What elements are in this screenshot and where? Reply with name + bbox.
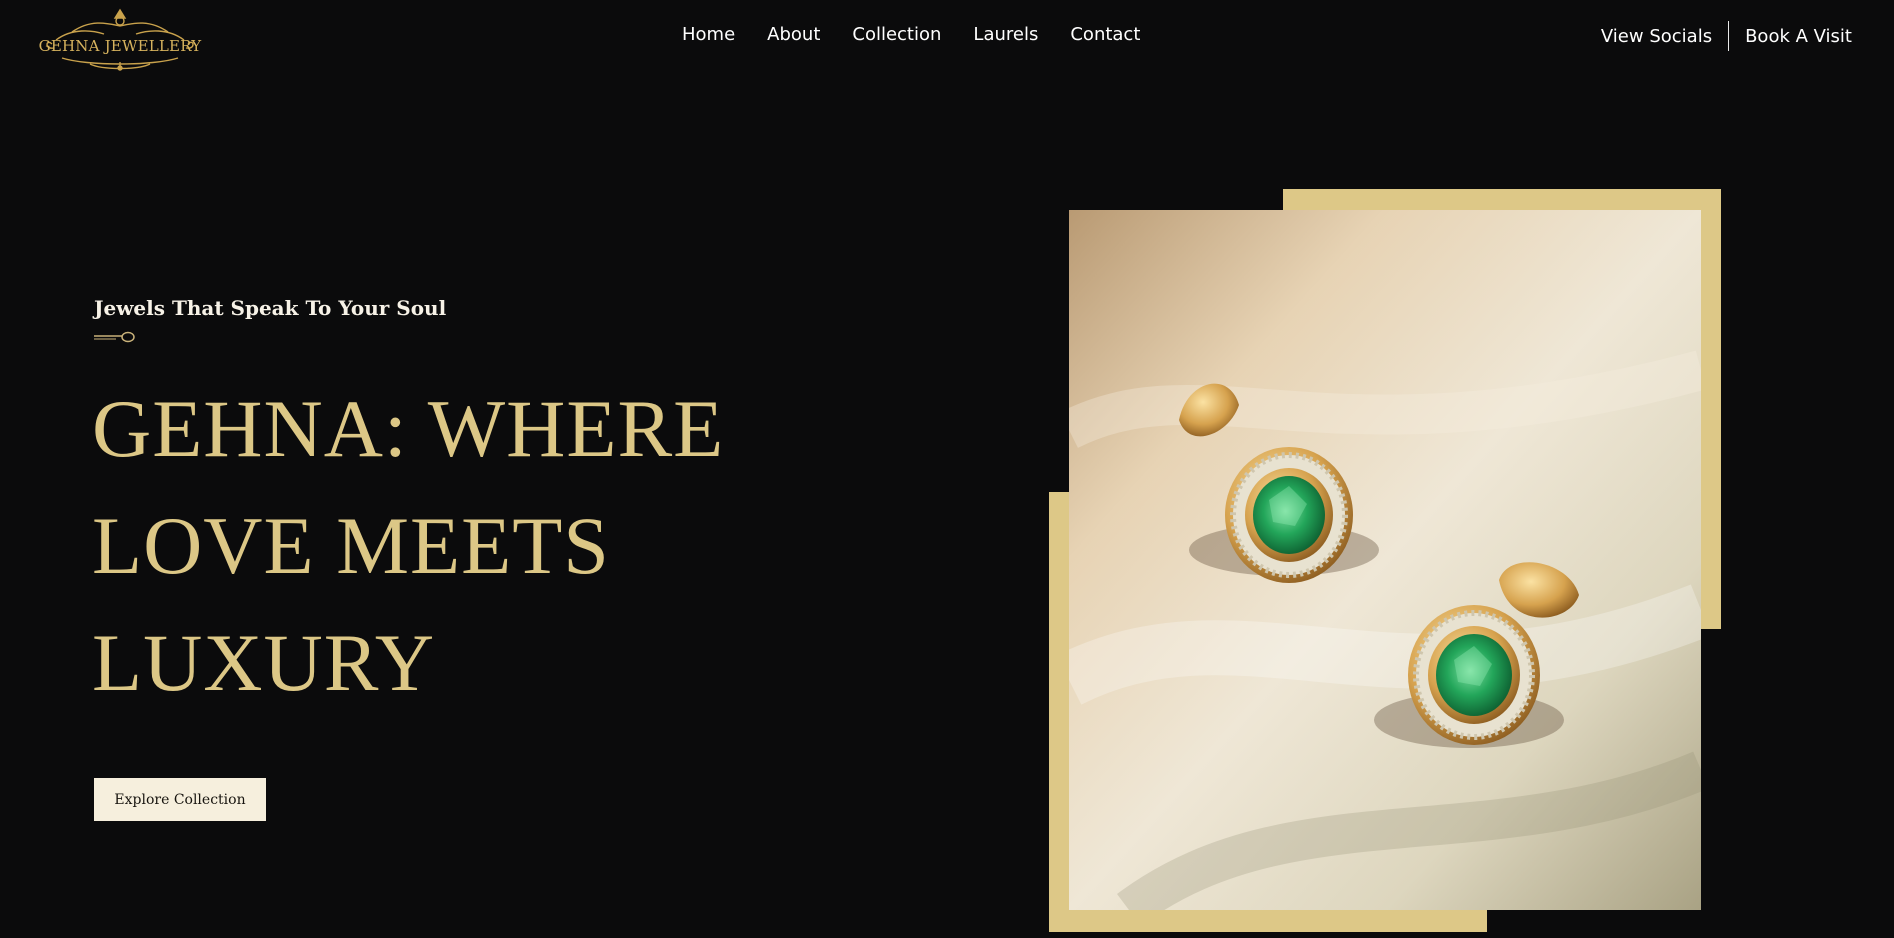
emerald-earrings-illustration <box>1069 210 1701 910</box>
nav-collection[interactable]: Collection <box>852 24 941 45</box>
nav-contact[interactable]: Contact <box>1070 24 1140 45</box>
nav-laurels[interactable]: Laurels <box>973 24 1038 45</box>
book-visit-link[interactable]: Book A Visit <box>1745 26 1852 47</box>
hero-headline: GEHNA: WHERE LOVE MEETS LUXURY <box>92 383 725 708</box>
explore-collection-button[interactable]: Explore Collection <box>94 778 266 821</box>
ornament-divider-icon <box>94 331 135 343</box>
main-nav: Home About Collection Laurels Contact <box>682 24 1140 45</box>
view-socials-link[interactable]: View Socials <box>1601 26 1712 47</box>
brand-logo[interactable]: GEHNA JEWELLERY <box>32 4 208 72</box>
header-actions: View Socials Book A Visit <box>1601 20 1852 52</box>
page: GEHNA JEWELLERY Home About Collection La… <box>0 0 1894 938</box>
hero-earrings-image <box>1069 210 1701 910</box>
nav-home[interactable]: Home <box>682 24 735 45</box>
site-header: GEHNA JEWELLERY Home About Collection La… <box>0 0 1894 76</box>
logo-text: GEHNA JEWELLERY <box>38 37 202 55</box>
nav-about[interactable]: About <box>767 24 820 45</box>
header-divider <box>1728 21 1730 51</box>
hero-tagline: Jewels That Speak To Your Soul <box>94 296 447 320</box>
